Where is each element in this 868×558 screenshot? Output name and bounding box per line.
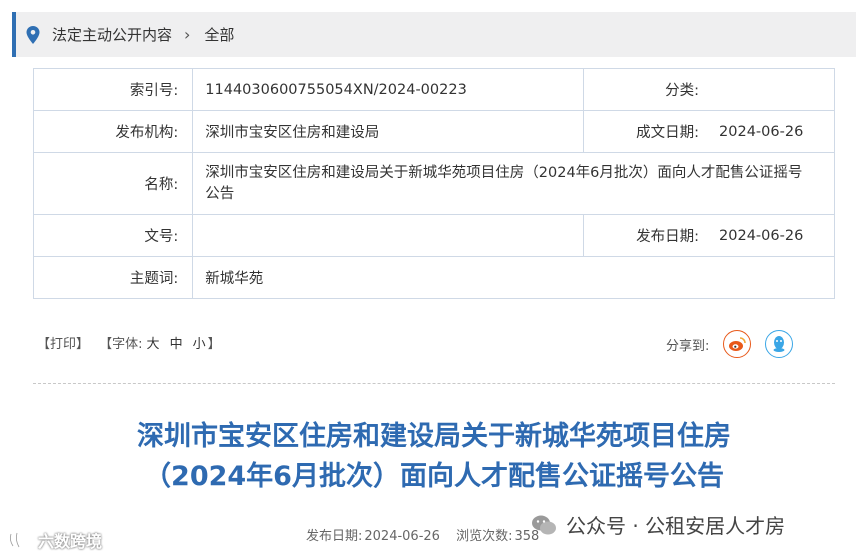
publisher-value: 深圳市宝安区住房和建设局	[192, 110, 584, 153]
publisher-label: 发布机构:	[32, 110, 194, 153]
share-label: 分享到:	[666, 338, 710, 354]
document-info-table: 索引号: 1144030600755054XN/2024-00223 分类: 发…	[32, 68, 836, 299]
created-date-value: 2024-06-26	[711, 110, 836, 153]
name-label: 名称:	[32, 152, 194, 215]
keyword-value: 新城华苑	[192, 256, 835, 299]
name-value: 深圳市宝安区住房和建设局关于新城华苑项目住房（2024年6月批次）面向人才配售公…	[192, 152, 835, 215]
published-date-label: 发布日期:	[582, 214, 712, 257]
docno-label: 文号:	[32, 214, 194, 257]
article-tools: 【打印】 【字体: 大中小】	[37, 333, 227, 352]
font-medium-link[interactable]: 中	[170, 337, 183, 352]
font-small-link[interactable]: 小	[193, 337, 206, 352]
category-label: 分类:	[582, 68, 712, 111]
print-link[interactable]: 【打印】	[37, 337, 89, 352]
watermark-left-text: 六数跨境	[38, 532, 103, 551]
weibo-icon[interactable]	[723, 330, 752, 358]
breadcrumb-section-link[interactable]: 法定主动公开内容	[52, 24, 172, 45]
article-title: 深圳市宝安区住房和建设局关于新城华苑项目住房 （2024年6月批次）面向人才配售…	[33, 417, 835, 497]
publish-date-label: 发布日期:	[306, 529, 363, 544]
views-label: 浏览次数:	[456, 529, 513, 544]
watermark-right-text: 公众号 · 公租安居人才房	[566, 514, 786, 538]
watermark-left: 六数跨境	[8, 528, 102, 552]
breadcrumb: 法定主动公开内容 › 全部	[12, 12, 856, 57]
article-meta: 发布日期: 2024-06-26 浏览次数: 358	[306, 525, 551, 544]
published-date-value: 2024-06-26	[711, 214, 836, 257]
index-value: 1144030600755054XN/2024-00223	[192, 68, 584, 111]
watermark-right: 公众号 · 公租安居人才房	[530, 510, 785, 539]
watermark-logo-icon	[9, 532, 21, 548]
article-title-line1: 深圳市宝安区住房和建设局关于新城华苑项目住房	[137, 421, 731, 452]
docno-value	[192, 214, 584, 257]
index-label: 索引号:	[32, 68, 194, 111]
wechat-icon	[532, 515, 556, 534]
publish-date-value: 2024-06-26	[364, 529, 440, 544]
font-size-suffix: 】	[207, 337, 221, 352]
created-date-label: 成文日期:	[582, 110, 712, 153]
font-large-link[interactable]: 大	[147, 337, 160, 352]
chevron-right-icon: ›	[184, 25, 191, 44]
font-size-prefix: 【字体:	[99, 337, 143, 352]
category-value	[711, 68, 836, 111]
breadcrumb-current[interactable]: 全部	[204, 24, 234, 45]
share-bar: 分享到:	[666, 330, 794, 358]
divider	[33, 383, 835, 384]
keyword-label: 主题词:	[32, 256, 194, 299]
qq-icon[interactable]	[765, 330, 794, 358]
article-title-line2: （2024年6月批次）面向人才配售公证摇号公告	[144, 461, 724, 492]
location-pin-icon	[26, 25, 40, 44]
